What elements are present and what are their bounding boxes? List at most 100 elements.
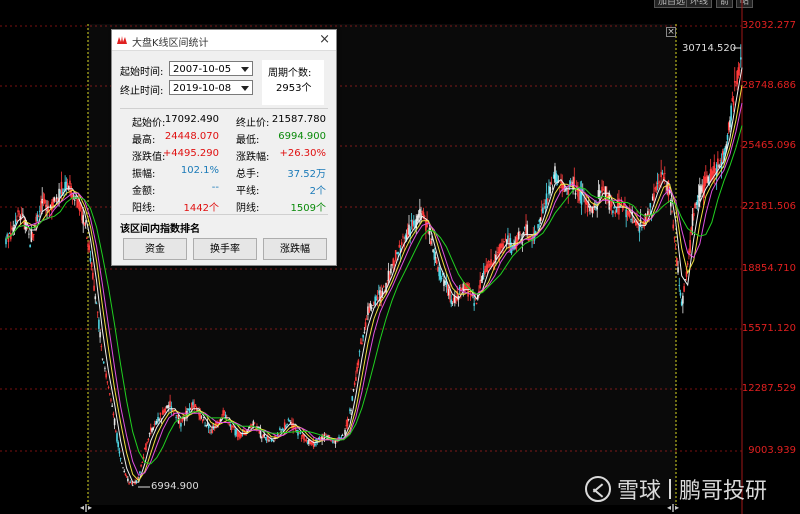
candle-body	[641, 226, 643, 228]
candle-body	[470, 294, 473, 297]
candle-body	[347, 418, 350, 420]
candle-body	[119, 457, 122, 459]
candle-body	[735, 85, 737, 87]
candle-body	[390, 268, 392, 274]
candle-body	[158, 419, 161, 421]
candle-body	[28, 233, 30, 235]
candle-body	[17, 210, 19, 213]
candle-body	[433, 250, 436, 260]
candle-body	[113, 418, 116, 426]
candle-body	[107, 386, 110, 388]
candle-body	[473, 303, 475, 306]
chart-close-icon[interactable]: ×	[666, 27, 676, 37]
candle-body	[130, 482, 133, 484]
candle-body	[733, 81, 736, 83]
candle-body	[16, 219, 18, 222]
candle-body	[194, 404, 197, 407]
candle-body	[392, 258, 395, 266]
candle-body	[169, 400, 171, 407]
stat-value: 1442个	[183, 203, 219, 214]
candle-body	[434, 257, 437, 259]
close-icon[interactable]: ×	[319, 32, 330, 47]
candle-body	[146, 442, 148, 443]
candle-body	[503, 241, 506, 243]
candle-body	[37, 216, 40, 218]
candle-body	[324, 433, 327, 435]
candle-body	[596, 207, 599, 210]
candle-body	[175, 416, 177, 418]
dialog-titlebar[interactable]: 大盘K线区间统计 ×	[112, 30, 336, 51]
candle-body	[509, 238, 512, 247]
candle-body	[112, 413, 115, 416]
start-date-select[interactable]: 2007-10-05	[169, 61, 253, 76]
candle-body	[638, 224, 641, 233]
range-handle-left[interactable]: ◂‖▸	[80, 503, 92, 512]
candle-body	[421, 211, 424, 213]
candle-body	[121, 462, 123, 464]
candle-body	[148, 432, 151, 434]
stat-label: 平线:	[236, 186, 260, 197]
candle-body	[382, 286, 385, 288]
candle-body	[140, 465, 142, 467]
candle-body	[89, 258, 92, 262]
candle-body	[398, 244, 401, 248]
candle-body	[351, 396, 354, 401]
stat-value: 21587.780	[271, 114, 326, 125]
candle-body	[288, 420, 291, 421]
period-count-box: 周期个数: 2953个	[262, 60, 324, 105]
candle-body	[111, 405, 113, 407]
candle-body	[481, 274, 484, 280]
candle-body	[84, 227, 87, 229]
candle-body	[451, 302, 454, 304]
candle-body	[362, 334, 364, 338]
candle-body	[263, 434, 266, 437]
candle-body	[108, 393, 111, 395]
y-axis-label: 25465.096	[741, 140, 796, 151]
end-date-value: 2019-10-08	[173, 83, 232, 94]
start-date-value: 2007-10-05	[173, 64, 232, 75]
turnover-button[interactable]: 换手率	[193, 238, 257, 260]
chevron-down-icon	[241, 86, 249, 91]
candle-body	[656, 183, 659, 184]
candle-body	[43, 199, 46, 204]
candle-body	[361, 342, 363, 345]
candle-body	[542, 207, 544, 214]
candle-body	[264, 437, 267, 439]
candle-body	[717, 158, 719, 164]
candle-body	[496, 254, 498, 255]
range-stats-dialog: 大盘K线区间统计 × 起始时间: 2007-10-05 终止时间: 2019-1…	[111, 29, 337, 266]
candle-body	[371, 305, 374, 307]
candle-body	[435, 260, 438, 264]
stat-value: 2个	[309, 186, 326, 197]
end-time-label: 终止时间:	[120, 86, 164, 97]
change-rate-button[interactable]: 涨跌幅	[263, 238, 327, 260]
candle-body	[131, 485, 134, 487]
candle-body	[370, 307, 373, 309]
end-date-select[interactable]: 2019-10-08	[169, 80, 253, 95]
candle-body	[602, 188, 605, 190]
candle-body	[674, 248, 677, 250]
stat-label: 涨跌值:	[132, 152, 166, 163]
candle-body	[222, 410, 224, 416]
candle-body	[260, 437, 263, 439]
candle-body	[305, 440, 308, 442]
fund-button[interactable]: 资金	[123, 238, 187, 260]
candle-body	[573, 177, 576, 185]
candle-body	[147, 438, 150, 441]
candle-body	[341, 435, 344, 436]
candle-body	[713, 162, 716, 174]
stat-label: 最低:	[236, 135, 260, 146]
candle-body	[277, 434, 280, 435]
candle-body	[612, 210, 614, 214]
candle-body	[45, 204, 47, 207]
candle-body	[400, 242, 403, 246]
candle-body	[253, 422, 256, 424]
candle-body	[630, 219, 632, 221]
stat-value: 37.52万	[287, 169, 326, 180]
candle-body	[677, 267, 679, 273]
candle-body	[729, 120, 731, 128]
candle-body	[164, 408, 167, 413]
candle-body	[692, 213, 695, 217]
candle-body	[114, 430, 117, 432]
candle-body	[613, 206, 615, 208]
